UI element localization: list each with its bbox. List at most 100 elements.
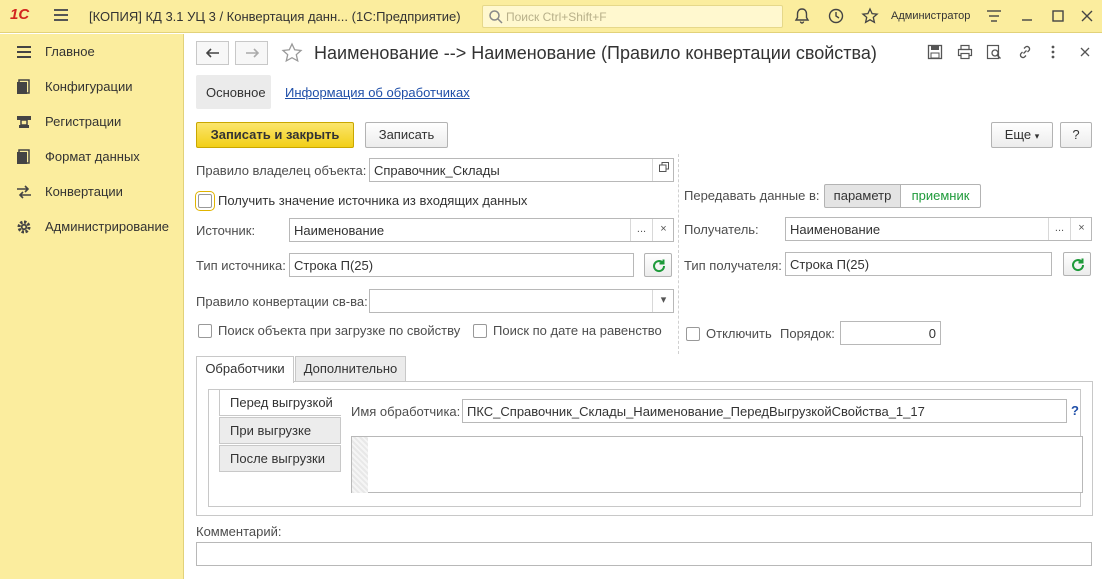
tab-extra[interactable]: Дополнительно: [295, 356, 406, 382]
comment-label: Комментарий:: [196, 524, 282, 539]
sidebar-item-label: Конфигурации: [45, 79, 133, 94]
sidebar-item-data-format[interactable]: Формат данных: [0, 141, 184, 171]
owner-rule-value: Справочник_Склады: [374, 163, 500, 178]
tab-main[interactable]: Основное: [196, 75, 271, 109]
close-window-icon[interactable]: [1078, 7, 1096, 25]
handler-name-value: ПКС_Справочник_Склады_Наименование_Перед…: [467, 404, 925, 419]
sidebar-item-registrations[interactable]: Регистрации: [0, 106, 184, 136]
global-search-input[interactable]: Поиск Ctrl+Shift+F: [482, 5, 783, 28]
transfer-label: Передавать данные в:: [684, 188, 820, 203]
order-value: 0: [928, 326, 936, 341]
vtab-on-export[interactable]: При выгрузке: [219, 417, 341, 444]
vtab-before-export[interactable]: Перед выгрузкой: [219, 389, 341, 416]
sidebar-item-label: Главное: [45, 44, 95, 59]
source-label: Источник:: [196, 223, 256, 238]
handler-name-field[interactable]: ПКС_Справочник_Склады_Наименование_Перед…: [462, 399, 1067, 423]
link-icon[interactable]: [1017, 44, 1033, 60]
choose-ellipsis-button[interactable]: ...: [630, 219, 652, 241]
receiver-field[interactable]: Наименование ... ×: [785, 217, 1092, 241]
bell-icon[interactable]: [793, 7, 811, 25]
disable-checkbox[interactable]: [686, 327, 700, 341]
conv-rule-field[interactable]: ▾: [369, 289, 674, 313]
document-icon: [17, 149, 30, 164]
arrow-left-icon: [206, 48, 219, 58]
source-type-value: Строка П(25): [294, 258, 374, 273]
transfer-receiver-toggle[interactable]: приемник: [900, 184, 981, 208]
comment-field[interactable]: [196, 542, 1092, 566]
dropdown-icon[interactable]: ▾: [652, 290, 674, 312]
receiver-value: Наименование: [790, 222, 881, 237]
arrows-icon: [17, 185, 31, 199]
favorite-star-icon[interactable]: [281, 42, 303, 64]
window-title: [КОПИЯ] КД 3.1 УЦ 3 / Конвертация данн..…: [89, 9, 461, 24]
source-type-field[interactable]: Строка П(25): [289, 253, 634, 277]
forward-button[interactable]: [235, 41, 268, 65]
order-label: Порядок:: [780, 326, 835, 341]
form-area: Наименование --> Наименование (Правило к…: [185, 34, 1102, 579]
open-icon[interactable]: [652, 159, 674, 181]
handlers-panel: Перед выгрузкой При выгрузке После выгру…: [196, 381, 1093, 516]
receiver-type-field[interactable]: Строка П(25): [785, 252, 1052, 276]
tab-handlers[interactable]: Обработчики: [196, 356, 294, 383]
transfer-param-toggle[interactable]: параметр: [824, 184, 901, 208]
page-title: Наименование --> Наименование (Правило к…: [314, 43, 877, 63]
main-menu-icon[interactable]: [54, 9, 68, 23]
handler-name-label: Имя обработчика:: [351, 404, 461, 419]
disable-label: Отключить: [706, 326, 772, 341]
save-disk-icon[interactable]: [927, 44, 943, 60]
sidebar-item-label: Администрирование: [45, 219, 169, 234]
search-by-prop-label: Поиск объекта при загрузке по свойству: [218, 323, 461, 338]
maximize-icon[interactable]: [1049, 7, 1067, 25]
title-bar: 1С [КОПИЯ] КД 3.1 УЦ 3 / Конвертация дан…: [0, 0, 1102, 33]
sidebar-item-conversions[interactable]: Конвертации: [0, 176, 184, 206]
receiver-type-value: Строка П(25): [790, 257, 870, 272]
menu-lines-icon: [17, 46, 31, 58]
tab-handlers-info-link[interactable]: Информация об обработчиках: [285, 85, 470, 100]
vtab-after-export[interactable]: После выгрузки: [219, 445, 341, 472]
choose-ellipsis-button[interactable]: ...: [1048, 218, 1070, 240]
owner-rule-field[interactable]: Справочник_Склады: [369, 158, 674, 182]
star-icon[interactable]: [861, 7, 879, 25]
handlers-inner: Перед выгрузкой При выгрузке После выгру…: [208, 389, 1083, 507]
sidebar-item-main[interactable]: Главное: [0, 36, 184, 66]
clear-button[interactable]: ×: [652, 219, 674, 241]
sidebar-item-configurations[interactable]: Конфигурации: [0, 71, 184, 101]
find-in-list-icon[interactable]: [986, 44, 1002, 60]
search-by-prop-checkbox[interactable]: [198, 324, 212, 338]
owner-rule-label: Правило владелец объекта:: [196, 163, 367, 178]
clear-button[interactable]: ×: [1070, 218, 1092, 240]
source-value: Наименование: [294, 223, 385, 238]
sidebar: Главное Конфигурации Регистрации Формат …: [0, 34, 184, 579]
source-field[interactable]: Наименование ... ×: [289, 218, 674, 242]
search-by-date-checkbox[interactable]: [473, 324, 487, 338]
settings-lines-icon[interactable]: [985, 7, 1003, 25]
get-from-incoming-checkbox[interactable]: [195, 191, 215, 211]
close-form-icon[interactable]: [1077, 44, 1093, 60]
search-by-date-label: Поиск по дате на равенство: [493, 323, 662, 338]
sidebar-item-label: Регистрации: [45, 114, 122, 129]
minimize-icon[interactable]: [1018, 7, 1036, 25]
help-button[interactable]: ?: [1060, 122, 1092, 148]
sidebar-item-administration[interactable]: Администрирование: [0, 211, 184, 241]
back-button[interactable]: [196, 41, 229, 65]
handler-help-icon[interactable]: ?: [1071, 403, 1079, 418]
save-button[interactable]: Записать: [365, 122, 448, 148]
code-gutter: [352, 437, 368, 493]
refresh-source-type-button[interactable]: [644, 253, 672, 277]
user-name[interactable]: Администратор: [891, 10, 970, 22]
refresh-receiver-type-button[interactable]: [1063, 252, 1091, 276]
history-icon[interactable]: [827, 7, 845, 25]
source-type-label: Тип источника:: [196, 258, 286, 273]
receiver-label: Получатель:: [684, 222, 759, 237]
save-and-close-button[interactable]: Записать и закрыть: [196, 122, 354, 148]
chevron-down-icon: ▾: [1034, 131, 1040, 141]
sidebar-item-label: Конвертации: [45, 184, 123, 199]
print-icon[interactable]: [957, 44, 973, 60]
handler-code-area[interactable]: [351, 436, 1083, 493]
app-logo: 1С: [10, 6, 30, 23]
order-field[interactable]: 0: [840, 321, 941, 345]
search-placeholder: Поиск Ctrl+Shift+F: [506, 10, 607, 24]
more-vertical-icon[interactable]: [1045, 44, 1061, 60]
registration-icon: [17, 116, 31, 128]
more-button[interactable]: Еще ▾: [991, 122, 1053, 148]
